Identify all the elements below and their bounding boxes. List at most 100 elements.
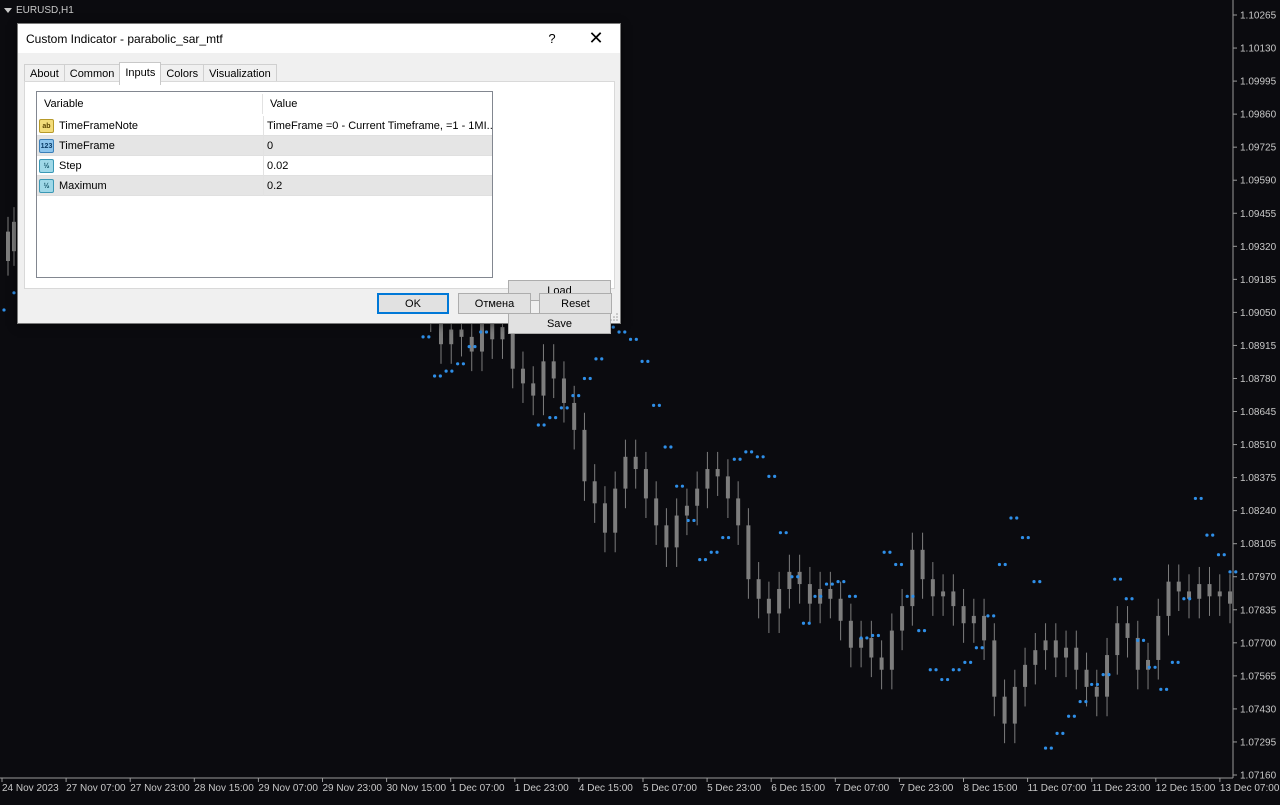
sar-dot bbox=[940, 677, 944, 682]
price-label: 1.07700 bbox=[1240, 638, 1277, 649]
time-label: 29 Nov 07:00 bbox=[258, 783, 318, 794]
string-type-icon: ab bbox=[39, 119, 54, 133]
time-label: 29 Nov 23:00 bbox=[323, 783, 383, 794]
sar-dot bbox=[905, 594, 909, 598]
candle-body bbox=[1156, 615, 1161, 660]
time-label: 4 Dec 15:00 bbox=[579, 783, 633, 794]
input-value[interactable]: TimeFrame =0 - Current Timeframe, =1 - 1… bbox=[264, 116, 492, 136]
candle-body bbox=[889, 630, 894, 670]
candle-body bbox=[613, 488, 618, 533]
chevron-down-icon[interactable] bbox=[4, 8, 12, 13]
sar-dot bbox=[871, 633, 875, 638]
sar-dot bbox=[628, 337, 633, 341]
sar-dot bbox=[698, 558, 702, 562]
grid-header: Variable Value bbox=[37, 94, 492, 114]
sar-dot bbox=[928, 668, 932, 672]
candle-body bbox=[1064, 647, 1069, 658]
sar-dot bbox=[945, 677, 950, 682]
reset-button[interactable]: Reset bbox=[539, 293, 612, 314]
sar-dot bbox=[1153, 665, 1157, 669]
input-value[interactable]: 0.02 bbox=[264, 156, 492, 176]
sar-dot bbox=[1222, 553, 1226, 557]
ok-button[interactable]: OK bbox=[377, 293, 449, 314]
sar-dot bbox=[1026, 535, 1030, 540]
sar-dot bbox=[1124, 597, 1128, 601]
sar-dot bbox=[1199, 496, 1203, 501]
candle-body bbox=[982, 615, 987, 641]
sar-dot bbox=[1038, 580, 1042, 584]
input-name: Maximum bbox=[59, 180, 107, 192]
price-label: 1.08510 bbox=[1240, 440, 1277, 451]
sar-dot bbox=[600, 357, 604, 361]
sar-dot bbox=[1015, 516, 1019, 520]
sar-dot bbox=[594, 357, 598, 361]
input-value[interactable]: 0.2 bbox=[264, 176, 492, 196]
resize-grip-icon[interactable] bbox=[610, 313, 618, 321]
price-label: 1.07970 bbox=[1240, 572, 1277, 583]
price-label: 1.09320 bbox=[1240, 242, 1277, 253]
table-row[interactable]: ½ Step 0.02 bbox=[37, 156, 492, 176]
sar-dot bbox=[997, 562, 1002, 567]
sar-dot bbox=[738, 457, 742, 461]
sar-dot bbox=[554, 416, 558, 420]
price-label: 1.08780 bbox=[1240, 374, 1277, 385]
close-icon[interactable]: ✕ bbox=[574, 24, 618, 53]
candle-body bbox=[459, 329, 464, 337]
sar-dot bbox=[669, 445, 673, 449]
sar-dot bbox=[749, 450, 754, 454]
candle-body bbox=[961, 606, 966, 624]
inputs-grid[interactable]: Variable Value ab TimeFrameNote TimeFrame… bbox=[36, 91, 493, 278]
sar-dot bbox=[536, 423, 540, 427]
sar-dot bbox=[1067, 714, 1071, 718]
candle-body bbox=[623, 456, 628, 489]
double-type-icon: ½ bbox=[39, 179, 54, 193]
sar-dot bbox=[1072, 714, 1076, 718]
help-button[interactable]: ? bbox=[530, 24, 574, 53]
input-value[interactable]: 0 bbox=[264, 136, 492, 156]
sar-dot bbox=[986, 614, 990, 618]
cancel-button[interactable]: Отмена bbox=[458, 293, 531, 314]
sar-dot bbox=[1095, 682, 1100, 687]
sar-dot bbox=[732, 457, 736, 461]
sar-dot bbox=[980, 646, 984, 650]
variable-column-header[interactable]: Variable bbox=[37, 94, 263, 114]
sar-dot bbox=[726, 535, 731, 540]
save-button[interactable]: Save bbox=[508, 313, 611, 334]
dialog-titlebar[interactable]: Custom Indicator - parabolic_sar_mtf ? ✕ bbox=[18, 24, 620, 53]
sar-dot bbox=[894, 562, 898, 567]
candle-body bbox=[500, 327, 505, 340]
candle-body bbox=[756, 579, 761, 599]
candle-body bbox=[674, 515, 679, 548]
sar-dot bbox=[634, 337, 638, 341]
sar-dot bbox=[1078, 699, 1082, 704]
price-label: 1.08915 bbox=[1240, 341, 1277, 352]
sar-dot bbox=[467, 345, 471, 349]
price-label: 1.07835 bbox=[1240, 605, 1277, 616]
candle-body bbox=[869, 637, 874, 658]
dialog-title: Custom Indicator - parabolic_sar_mtf bbox=[26, 31, 223, 46]
input-name: TimeFrame bbox=[59, 140, 115, 152]
time-label: 5 Dec 07:00 bbox=[643, 783, 697, 794]
sar-dot bbox=[438, 374, 442, 378]
input-name: TimeFrameNote bbox=[59, 120, 139, 132]
integer-type-icon: 123 bbox=[39, 139, 54, 153]
sar-dot bbox=[640, 359, 644, 363]
tab-inputs[interactable]: Inputs bbox=[119, 62, 162, 85]
table-row[interactable]: ½ Maximum 0.2 bbox=[37, 176, 492, 196]
price-label: 1.09860 bbox=[1240, 110, 1277, 121]
value-column-header[interactable]: Value bbox=[264, 94, 492, 114]
sar-dot bbox=[778, 531, 783, 535]
candle-body bbox=[602, 503, 607, 533]
sar-dot bbox=[1061, 731, 1065, 735]
table-row[interactable]: 123 TimeFrame 0 bbox=[37, 136, 492, 156]
price-label: 1.09050 bbox=[1240, 308, 1277, 319]
price-label: 1.09455 bbox=[1240, 209, 1277, 220]
table-row[interactable]: ab TimeFrameNote TimeFrame =0 - Current T… bbox=[37, 116, 492, 136]
candle-body bbox=[879, 657, 884, 670]
time-label: 12 Dec 15:00 bbox=[1156, 783, 1216, 794]
sar-dot bbox=[888, 550, 892, 554]
sar-dot bbox=[680, 484, 685, 488]
sar-dot bbox=[1182, 597, 1186, 601]
sar-dot bbox=[1147, 665, 1151, 669]
sar-dot bbox=[721, 535, 725, 540]
